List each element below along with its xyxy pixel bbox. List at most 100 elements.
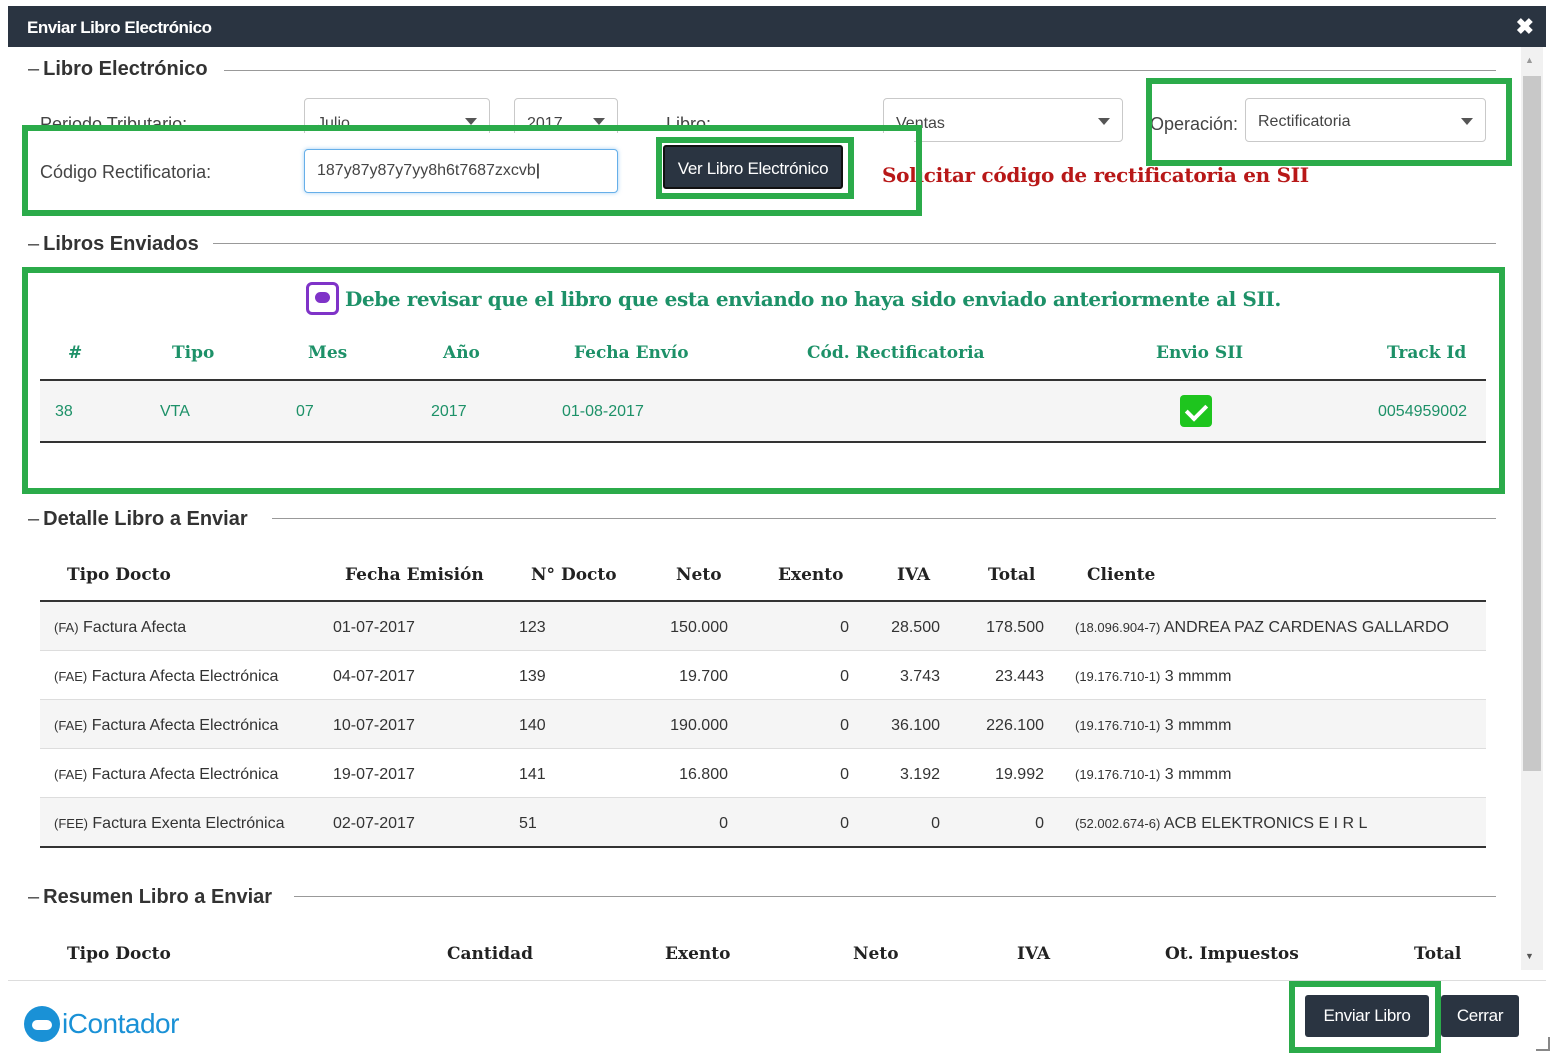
codigo-label: Código Rectificatoria:	[40, 162, 212, 182]
cell-cliente: (19.176.710-1) 3 mmmm	[1075, 668, 1232, 685]
col-header: Ot. Impuestos	[1165, 944, 1299, 964]
codigo-input[interactable]: 187y87y87y7yy8h6t7687zxcvb|	[304, 149, 618, 193]
cell-cliente: (18.096.904-7) ANDREA PAZ CARDENAS GALLA…	[1075, 619, 1449, 636]
cell: 10-07-2017	[333, 717, 415, 734]
enviar-libro-button[interactable]: Enviar Libro	[1305, 995, 1429, 1037]
cell: 178.500	[986, 619, 1044, 636]
cell-tipo: (FEE) Factura Exenta Electrónica	[54, 815, 285, 832]
col-header: Total	[988, 565, 1036, 585]
scroll-up-arrow-icon[interactable]: ▲	[1525, 55, 1534, 65]
cell: 3.743	[899, 668, 940, 685]
cell: 0	[931, 815, 940, 832]
col-header: Fecha Emisión	[345, 565, 484, 585]
section-libro-electronico: – Libro Electrónico	[28, 58, 208, 80]
check-icon	[1180, 395, 1212, 427]
cell: 0	[840, 619, 849, 636]
chevron-down-icon	[1461, 118, 1473, 125]
chevron-down-icon	[465, 118, 477, 125]
cell: 0	[840, 815, 849, 832]
cell: 04-07-2017	[333, 668, 415, 685]
cell: 123	[519, 619, 546, 636]
divider	[272, 518, 1496, 519]
scroll-down-arrow-icon[interactable]: ▼	[1525, 951, 1534, 961]
col-header: Tipo Docto	[67, 565, 171, 585]
cell: 141	[519, 766, 546, 783]
col-header: Exento	[665, 944, 731, 964]
operacion-select[interactable]: Rectificatoria	[1245, 98, 1486, 142]
cell: 19-07-2017	[333, 766, 415, 783]
cell-tipo: (FA) Factura Afecta	[54, 619, 187, 636]
divider	[213, 243, 1496, 244]
close-icon[interactable]: ✖	[1516, 14, 1534, 40]
section-libros-enviados: – Libros Enviados	[28, 233, 199, 255]
table-bottom-rule	[40, 441, 1486, 443]
cloud-logo-icon	[24, 1006, 60, 1042]
cerrar-button[interactable]: Cerrar	[1441, 995, 1519, 1037]
libro-label: Libro:	[666, 114, 712, 126]
col-header: IVA	[897, 565, 931, 585]
col-header: Tipo Docto	[67, 944, 171, 964]
icontador-logo: iContador	[24, 1006, 179, 1042]
col-header: Neto	[676, 565, 722, 585]
section-resumen: – Resumen Libro a Enviar	[28, 886, 273, 908]
resize-handle-icon[interactable]	[1536, 1037, 1550, 1051]
table-bottom-rule	[40, 846, 1486, 848]
cell-tipo: (FAE) Factura Afecta Electrónica	[54, 766, 279, 783]
cell: 02-07-2017	[333, 815, 415, 832]
cell: 0054959002	[1378, 403, 1467, 420]
cell-tipo: (FAE) Factura Afecta Electrónica	[54, 717, 279, 734]
cell: 150.000	[670, 619, 728, 636]
col-header: #	[68, 343, 83, 363]
scrollbar-thumb[interactable]	[1523, 76, 1541, 771]
libro-select[interactable]: Ventas	[883, 98, 1123, 142]
row-divider	[40, 650, 1486, 651]
cell: 3.192	[899, 766, 940, 783]
col-header: N° Docto	[531, 565, 617, 585]
cell-cliente: (19.176.710-1) 3 mmmm	[1075, 717, 1232, 734]
cell: 0	[840, 766, 849, 783]
dialog-titlebar: Enviar Libro Electrónico ✖	[8, 6, 1546, 47]
col-header: Exento	[778, 565, 844, 585]
cell: 226.100	[986, 717, 1044, 734]
cell: 0	[1035, 815, 1044, 832]
cell: 0	[840, 668, 849, 685]
col-header: Fecha Envío	[574, 343, 689, 363]
col-header: Total	[1414, 944, 1462, 964]
cell: 38	[55, 403, 73, 420]
ver-libro-button[interactable]: Ver Libro Electrónico	[663, 145, 843, 189]
col-header: Cliente	[1087, 565, 1156, 585]
cell: 36.100	[891, 717, 940, 734]
cell: 16.800	[679, 766, 728, 783]
cell: 2017	[431, 403, 467, 420]
solicitar-codigo-link[interactable]: Solicitar código de rectificatoria en SI…	[882, 163, 1309, 187]
cell: 0	[840, 717, 849, 734]
cell: 19.700	[679, 668, 728, 685]
operacion-label: Operación:	[1150, 114, 1239, 134]
cell: 28.500	[891, 619, 940, 636]
col-header: Cód. Rectificatoria	[807, 343, 985, 363]
cell: 140	[519, 717, 546, 734]
col-header: IVA	[1017, 944, 1051, 964]
cell-tipo: (FAE) Factura Afecta Electrónica	[54, 668, 279, 685]
dialog-title: Enviar Libro Electrónico	[27, 18, 212, 37]
col-header: Cantidad	[447, 944, 534, 964]
cell: VTA	[160, 403, 190, 420]
divider	[294, 896, 1496, 897]
col-header: Tipo	[172, 343, 215, 363]
table-row	[40, 381, 1486, 441]
cell: 01-08-2017	[562, 403, 644, 420]
col-header: Neto	[853, 944, 899, 964]
col-header: Track Id	[1387, 343, 1467, 363]
chevron-down-icon	[1098, 118, 1110, 125]
cell: 190.000	[670, 717, 728, 734]
col-header: Año	[443, 343, 480, 363]
col-header: Mes	[308, 343, 348, 363]
cell: 19.992	[995, 766, 1044, 783]
chevron-down-icon	[593, 118, 605, 125]
cell-cliente: (19.176.710-1) 3 mmmm	[1075, 766, 1232, 783]
cell-cliente: (52.002.674-6) ACB ELEKTRONICS E I R L	[1075, 815, 1368, 832]
cell: 01-07-2017	[333, 619, 415, 636]
divider	[224, 70, 1496, 71]
col-header: Envio SII	[1156, 343, 1244, 363]
row-divider	[40, 748, 1486, 749]
